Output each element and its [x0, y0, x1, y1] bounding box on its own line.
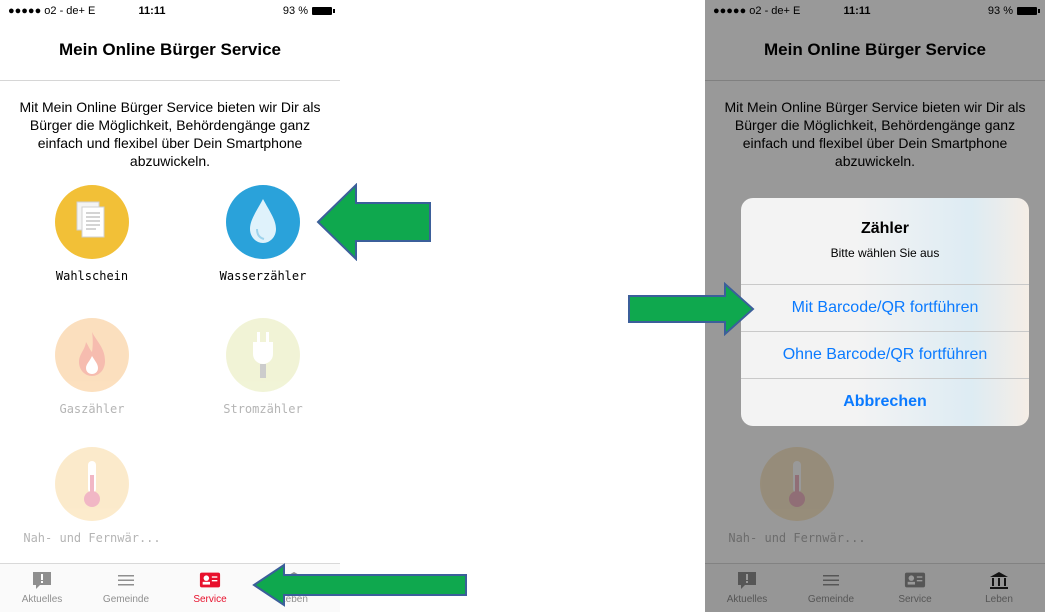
- alert-message: Bitte wählen Sie aus: [830, 246, 940, 260]
- list-icon: [118, 575, 134, 586]
- without-barcode-button[interactable]: Ohne Barcode/QR fortführen: [741, 332, 1029, 378]
- service-circle: [226, 318, 300, 392]
- tab-label: Gemeinde: [102, 594, 150, 605]
- tab-aktuelles[interactable]: Aktuelles: [0, 564, 84, 612]
- intro-text: Mit Mein Online Bürger Service bieten wi…: [19, 99, 321, 169]
- alert-title: Zähler: [860, 220, 909, 237]
- arrow-right-icon: [628, 282, 755, 336]
- water-drop-icon: [250, 199, 276, 243]
- battery-icon: [312, 7, 335, 15]
- service-circle: [226, 185, 300, 259]
- service-tile-stromzaehler[interactable]: Stromzähler: [193, 318, 333, 416]
- tab-label: Aktuelles: [21, 594, 63, 605]
- tab-gemeinde[interactable]: Gemeinde: [84, 564, 168, 612]
- service-label: Stromzähler: [223, 402, 303, 416]
- service-circle: [55, 318, 129, 392]
- arrow-left-icon: [316, 183, 431, 261]
- page-title: Mein Online Bürger Service: [58, 40, 281, 59]
- thermometer-icon: [84, 461, 100, 507]
- service-circle: [55, 185, 129, 259]
- exclamation-icon: [33, 572, 51, 589]
- service-tile-fernwaerme[interactable]: Nah- und Fernwär...: [22, 447, 162, 545]
- nav-divider: [0, 80, 340, 81]
- service-tile-wasserzaehler[interactable]: Wasserzähler: [193, 185, 333, 283]
- action-alert: Zähler Bitte wählen Sie aus Mit Barcode/…: [741, 198, 1029, 426]
- phone-screen-right: ●●●●● o2 - de+ E 11:11 93 % Mein Online …: [705, 0, 1045, 612]
- service-label: Wahlschein: [55, 269, 129, 283]
- phone-screen-left: ●●●●● o2 - de+ E 11:11 93 % Mein Online …: [0, 0, 340, 612]
- service-label: Wasserzähler: [219, 269, 307, 283]
- service-tile-gaszaehler[interactable]: Gaszähler: [22, 318, 162, 416]
- time-label: 11:11: [138, 5, 166, 17]
- service-tile-wahlschein[interactable]: Wahlschein: [22, 185, 162, 283]
- document-icon: [76, 201, 105, 238]
- service-label: Nah- und Fernwär...: [23, 531, 161, 545]
- tab-label: Service: [193, 594, 227, 605]
- battery-indicator: 93 %: [282, 5, 335, 17]
- tab-service[interactable]: Service: [168, 564, 252, 612]
- arrow-left-icon: [252, 563, 467, 607]
- flame-icon: [79, 332, 105, 376]
- service-circle: [55, 447, 129, 521]
- id-card-icon: [199, 572, 221, 588]
- with-barcode-button[interactable]: Mit Barcode/QR fortführen: [741, 285, 1029, 331]
- status-bar: ●●●●● o2 - de+ E 11:11 93 %: [0, 0, 340, 22]
- plug-icon: [253, 332, 273, 378]
- battery-percent: 93 %: [282, 5, 308, 17]
- service-label: Gaszähler: [59, 402, 125, 416]
- cancel-button[interactable]: Abbrechen: [741, 379, 1029, 425]
